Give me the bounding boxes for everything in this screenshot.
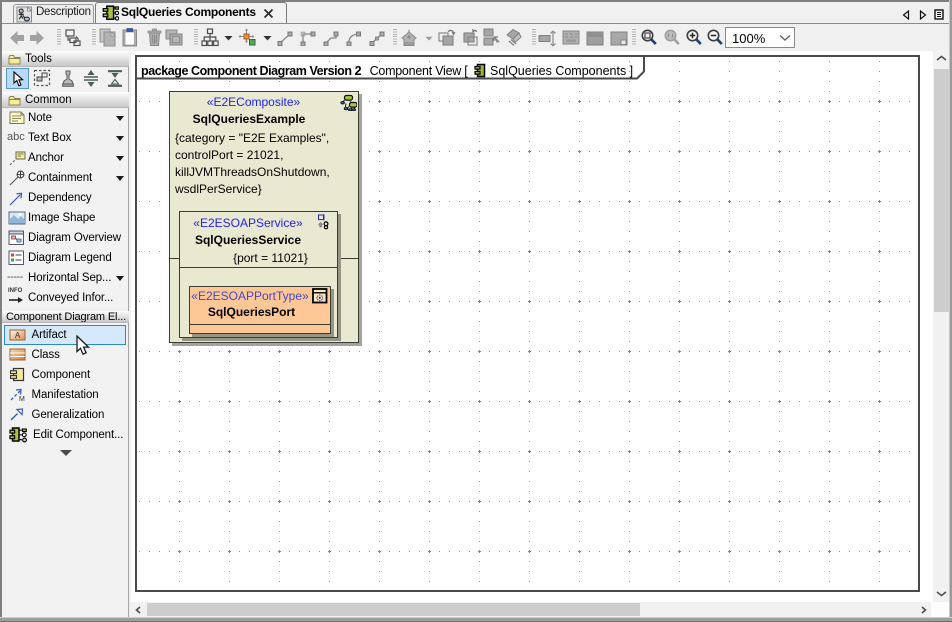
svg-text:M: M xyxy=(19,396,25,402)
svg-text:A: A xyxy=(15,331,21,340)
